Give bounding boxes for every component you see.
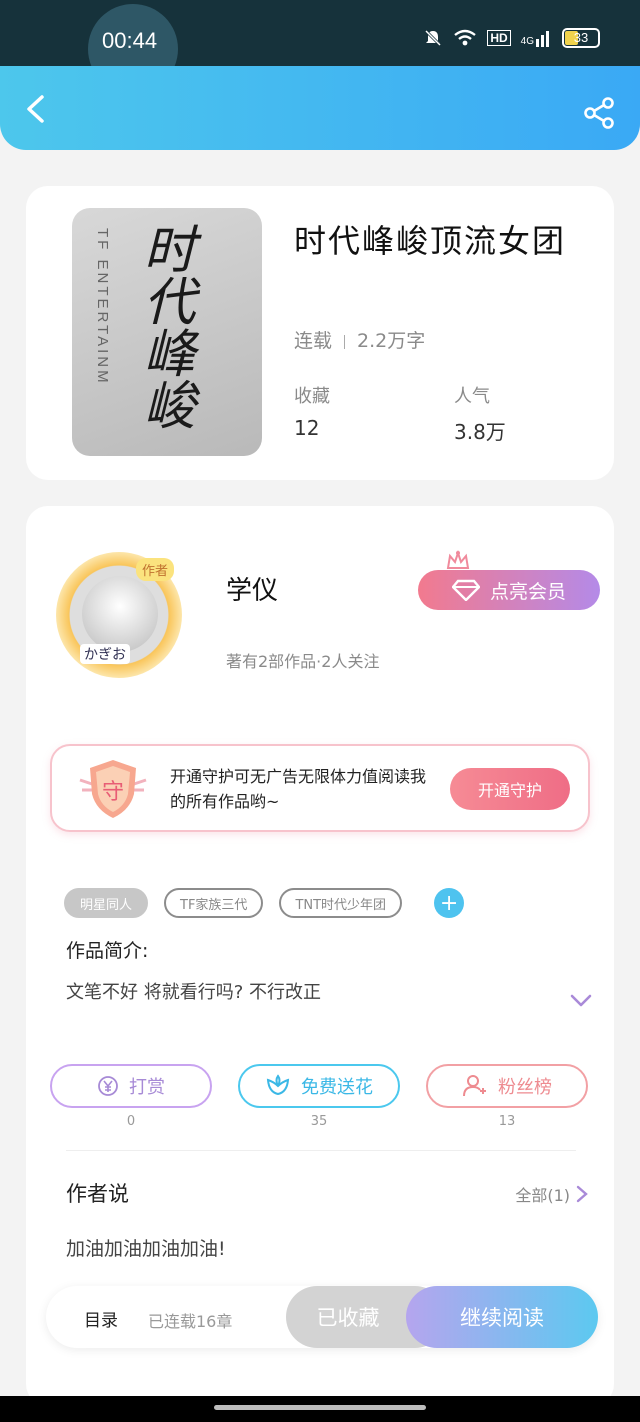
author-says-all-link[interactable]: 全部(1): [515, 1182, 588, 1206]
battery-icon: 33: [562, 28, 600, 48]
wifi-icon: [454, 29, 477, 46]
back-icon[interactable]: [22, 94, 50, 124]
guard-shield-icon: 守: [79, 760, 147, 818]
status-icons: HD 4G 33: [423, 28, 600, 48]
mute-icon: [425, 29, 442, 47]
section-divider: [66, 1150, 576, 1151]
tag-item[interactable]: 明星同人: [64, 888, 149, 918]
guard-button[interactable]: 开通守护: [450, 768, 570, 810]
status-time: 00:44: [102, 28, 158, 53]
diamond-icon: [451, 579, 480, 601]
tag-item[interactable]: TNT时代少年团: [279, 888, 403, 918]
author-says-title: 作者说: [66, 1182, 129, 1206]
network-label: 4G: [521, 29, 552, 47]
status-divider: [344, 334, 346, 349]
author-avatar[interactable]: 作者 かぎお: [56, 552, 182, 678]
tag-list: 明星同人 TF家族三代 TNT时代少年团 +: [64, 888, 465, 918]
avatar-tag: かぎお: [80, 644, 130, 664]
chapter-count: 已连载16章: [148, 1312, 233, 1331]
chevron-down-icon[interactable]: [570, 994, 592, 1008]
status-bar: 00:44 HD 4G 33: [0, 0, 640, 94]
reward-count: 0: [126, 1114, 136, 1129]
crown-icon: [446, 550, 470, 569]
flower-count: 35: [310, 1114, 328, 1129]
collected-label: 已收藏: [316, 1306, 380, 1330]
intro-title: 作品简介:: [66, 940, 149, 962]
send-flower-button[interactable]: 免费送花: [238, 1064, 400, 1108]
guard-text: 开通守护可无广告无限体力值阅读我的所有作品哟~: [170, 767, 427, 811]
flower-icon: [266, 1074, 290, 1096]
vip-button[interactable]: 点亮会员: [418, 570, 600, 610]
book-cover[interactable]: TF ENTERTAINM 时代峰峻: [72, 208, 262, 456]
author-name[interactable]: 学仪: [226, 570, 278, 607]
top-header: [0, 66, 640, 150]
send-flower-label: 免费送花: [301, 1077, 373, 1098]
author-says-all-label: 全部(1): [515, 1186, 570, 1205]
continue-reading-button[interactable]: 继续阅读: [406, 1286, 598, 1348]
author-meta: 著有2部作品·2人关注: [226, 652, 380, 671]
reward-button[interactable]: 打赏: [50, 1064, 212, 1108]
yen-icon: [98, 1076, 118, 1096]
action-row: 打赏 免费送花 粉丝榜: [50, 1064, 590, 1108]
vip-button-label: 点亮会员: [489, 580, 566, 603]
tag-item[interactable]: TF家族三代: [164, 888, 264, 918]
fans-rank-label: 粉丝榜: [498, 1077, 552, 1098]
fans-rank-button[interactable]: 粉丝榜: [426, 1064, 588, 1108]
word-count: 2.2万字: [357, 330, 426, 352]
author-says-text: 加油加油加油加油!: [66, 1238, 226, 1260]
popularity-value: 3.8万: [454, 420, 506, 444]
author-badge: 作者: [135, 558, 174, 581]
hd-icon: HD: [487, 30, 511, 46]
home-indicator[interactable]: [214, 1405, 426, 1410]
cover-english-text: TF ENTERTAINM: [94, 228, 111, 386]
cover-calligraphy: 时代峰峻: [134, 222, 194, 430]
avatar-photo: [82, 576, 158, 652]
signal-icon: [536, 31, 549, 47]
reward-label: 打赏: [129, 1077, 165, 1098]
add-tag-button[interactable]: +: [434, 888, 465, 918]
author-card: 作者 かぎお 学仪 著有2部作品·2人关注 点亮会员 守 开通守护可无广告无限体…: [26, 506, 614, 1406]
serial-status: 连载: [294, 330, 333, 352]
favorites-label: 收藏: [294, 386, 330, 407]
book-title: 时代峰峻顶流女团: [294, 222, 567, 260]
book-info-card: TF ENTERTAINM 时代峰峻 时代峰峻顶流女团 连载 2.2万字 收藏 1…: [26, 186, 614, 480]
popularity-label: 人气: [454, 386, 490, 407]
book-status-line: 连载 2.2万字: [294, 326, 425, 353]
guard-shield-char: 守: [102, 780, 124, 805]
share-icon[interactable]: [582, 96, 616, 130]
favorites-value: 12: [294, 416, 320, 440]
chevron-right-icon: [576, 1185, 588, 1203]
system-nav-bar: [0, 1396, 640, 1422]
guard-banner: 守 开通守护可无广告无限体力值阅读我的所有作品哟~ 开通守护: [50, 744, 590, 832]
bottom-action-bar: 目录 已连载16章 已收藏 继续阅读: [46, 1286, 598, 1348]
intro-text: 文笔不好 将就看行吗? 不行改正: [66, 982, 321, 1003]
user-icon: [463, 1075, 486, 1097]
fans-count: 13: [498, 1114, 516, 1129]
toc-button[interactable]: 目录: [84, 1306, 118, 1331]
